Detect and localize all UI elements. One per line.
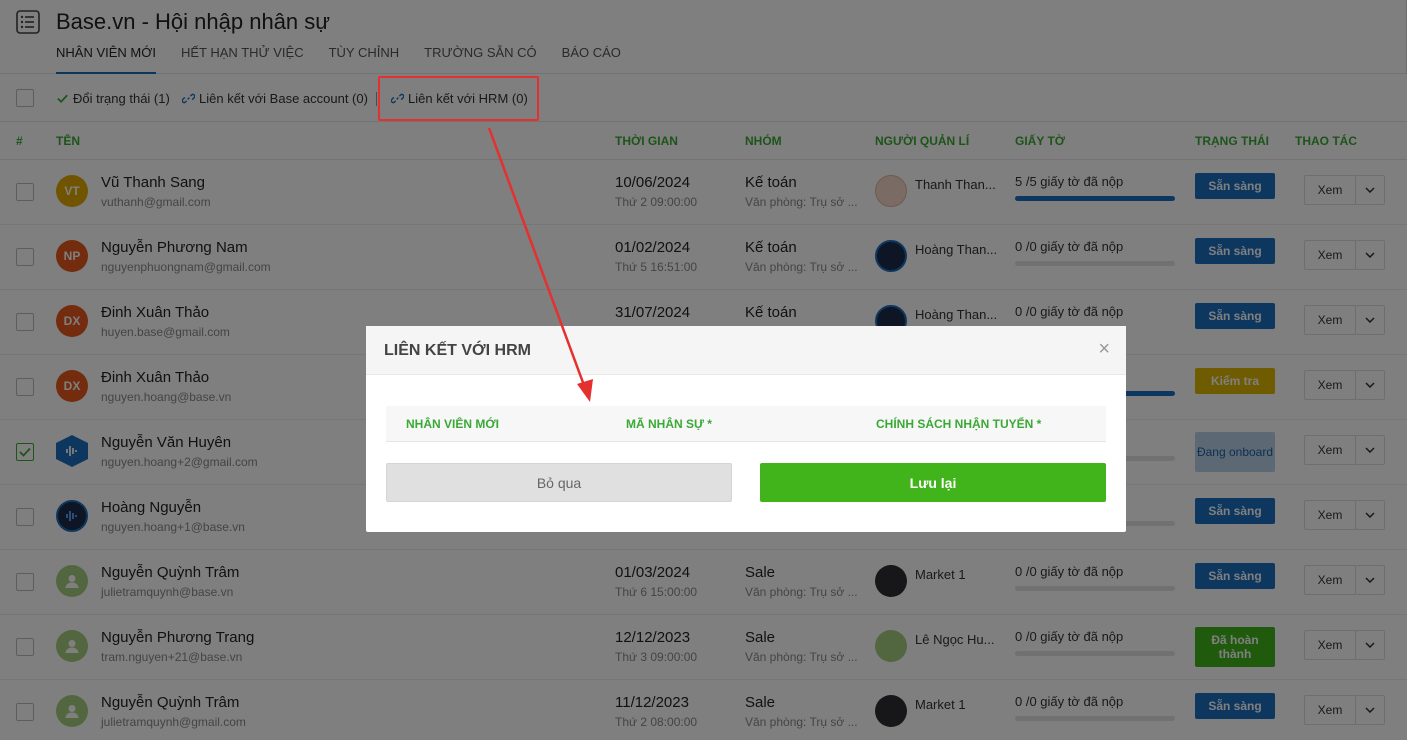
modal-title: LIÊN KẾT VỚI HRM [384, 342, 531, 359]
col-new-employee: NHÂN VIÊN MỚI [406, 417, 499, 431]
save-button[interactable]: Lưu lại [760, 463, 1106, 502]
modal-header: LIÊN KẾT VỚI HRM × [366, 326, 1126, 375]
modal-table-header: NHÂN VIÊN MỚI MÃ NHÂN SỰ * CHÍNH SÁCH NH… [386, 406, 1106, 442]
col-employee-code: MÃ NHÂN SỰ * [626, 417, 712, 431]
link-hrm-modal: LIÊN KẾT VỚI HRM × NHÂN VIÊN MỚI MÃ NHÂN… [366, 326, 1126, 532]
annotation-highlight-box [378, 76, 539, 121]
close-icon[interactable]: × [1098, 339, 1110, 359]
skip-button[interactable]: Bỏ qua [386, 463, 732, 502]
col-recruitment-policy: CHÍNH SÁCH NHẬN TUYỂN * [876, 417, 1042, 431]
